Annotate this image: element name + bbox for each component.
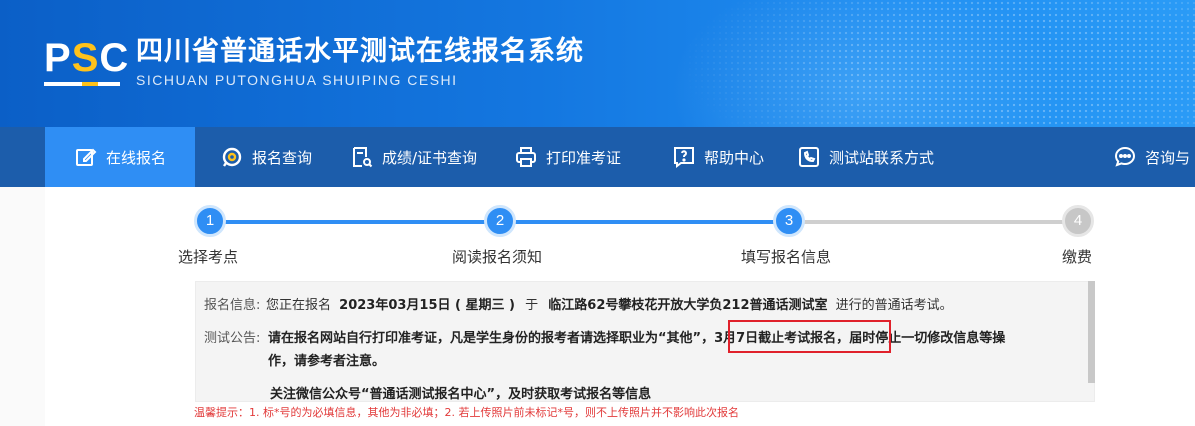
nav-label: 咨询与: [1145, 148, 1191, 167]
hint-text: 温馨提示：1. 标*号的为必填信息，其他为非必填；2. 若上传照片前未标记*号，…: [194, 406, 739, 419]
left-margin: [0, 187, 45, 426]
step-connector-3: [789, 220, 1078, 224]
deadline-highlight-box: [728, 320, 891, 353]
nav-print-admission-ticket[interactable]: 打印准考证: [514, 127, 621, 187]
world-map-dots: [675, 0, 1195, 127]
nav-test-station-contacts[interactable]: 测试站联系方式: [797, 127, 934, 187]
psc-logo: PSC: [44, 36, 130, 90]
notice-line-3: 关注微信公众号“普通话测试报名中心”，及时获取考试报名等信息: [270, 387, 652, 402]
nav-label: 帮助中心: [704, 148, 765, 167]
logo-text: PSC: [44, 36, 130, 80]
step-1-label: 选择考点: [178, 248, 239, 266]
nav-label: 在线报名: [105, 148, 166, 167]
registration-info-label: 报名信息:: [204, 298, 261, 313]
step-2-circle: 2: [484, 205, 516, 237]
nav-label: 报名查询: [252, 148, 313, 167]
nav-label: 成绩/证书查询: [382, 148, 478, 167]
nav-label: 测试站联系方式: [829, 148, 935, 167]
step-connector-2: [500, 220, 789, 224]
edit-icon: [75, 148, 97, 166]
printer-icon: [516, 147, 536, 167]
registration-date: 2023年03月15日 ( 星期三 ): [339, 298, 515, 313]
step-1-circle: 1: [194, 205, 226, 237]
step-3-label: 填写报名信息: [741, 248, 832, 266]
search-icon: [222, 147, 242, 167]
site-subtitle: SICHUAN PUTONGHUA SHUIPING CESHI: [136, 72, 458, 88]
certificate-search-icon: [353, 147, 373, 168]
registration-place: 临江路62号攀枝花开放大学负212普通话测试室: [548, 298, 828, 313]
contact-icon: [799, 147, 819, 167]
help-icon: [674, 147, 694, 168]
nav-help-center[interactable]: 帮助中心: [672, 127, 764, 187]
chat-icon: [1114, 146, 1136, 167]
nav-score-certificate-query[interactable]: 成绩/证书查询: [350, 127, 477, 187]
nav-label: 打印准考证: [546, 148, 622, 167]
main-nav: 在线报名 报名查询 成绩/证书查询 打印准考证 帮助中心 测试站联系方式 咨询与: [0, 127, 1195, 187]
nav-registration-query[interactable]: 报名查询: [220, 127, 312, 187]
nav-consultation[interactable]: 咨询与: [1113, 127, 1190, 187]
nav-online-registration[interactable]: 在线报名: [45, 127, 195, 187]
step-2-label: 阅读报名须知: [452, 248, 543, 266]
notice-line-1: 请在报名网站自行打印准考证，凡是学生身份的报考者请选择职业为“其他”，3月7日截…: [268, 331, 1006, 346]
header-banner: PSC 四川省普通话水平测试在线报名系统 SICHUAN PUTONGHUA S…: [0, 0, 1195, 127]
notice-label: 测试公告:: [204, 331, 261, 346]
step-4-label: 缴费: [1062, 248, 1093, 266]
step-4-circle: 4: [1062, 205, 1094, 237]
info-panel-scrollbar[interactable]: [1088, 281, 1095, 383]
notice-line-2: 作，请参考者注意。: [268, 354, 386, 369]
step-3-circle: 3: [773, 205, 805, 237]
step-connector-1: [210, 220, 500, 224]
registration-info-text: 您正在报名 2023年03月15日 ( 星期三 ) 于 临江路62号攀枝花开放大…: [266, 298, 953, 313]
site-title: 四川省普通话水平测试在线报名系统: [136, 36, 584, 67]
